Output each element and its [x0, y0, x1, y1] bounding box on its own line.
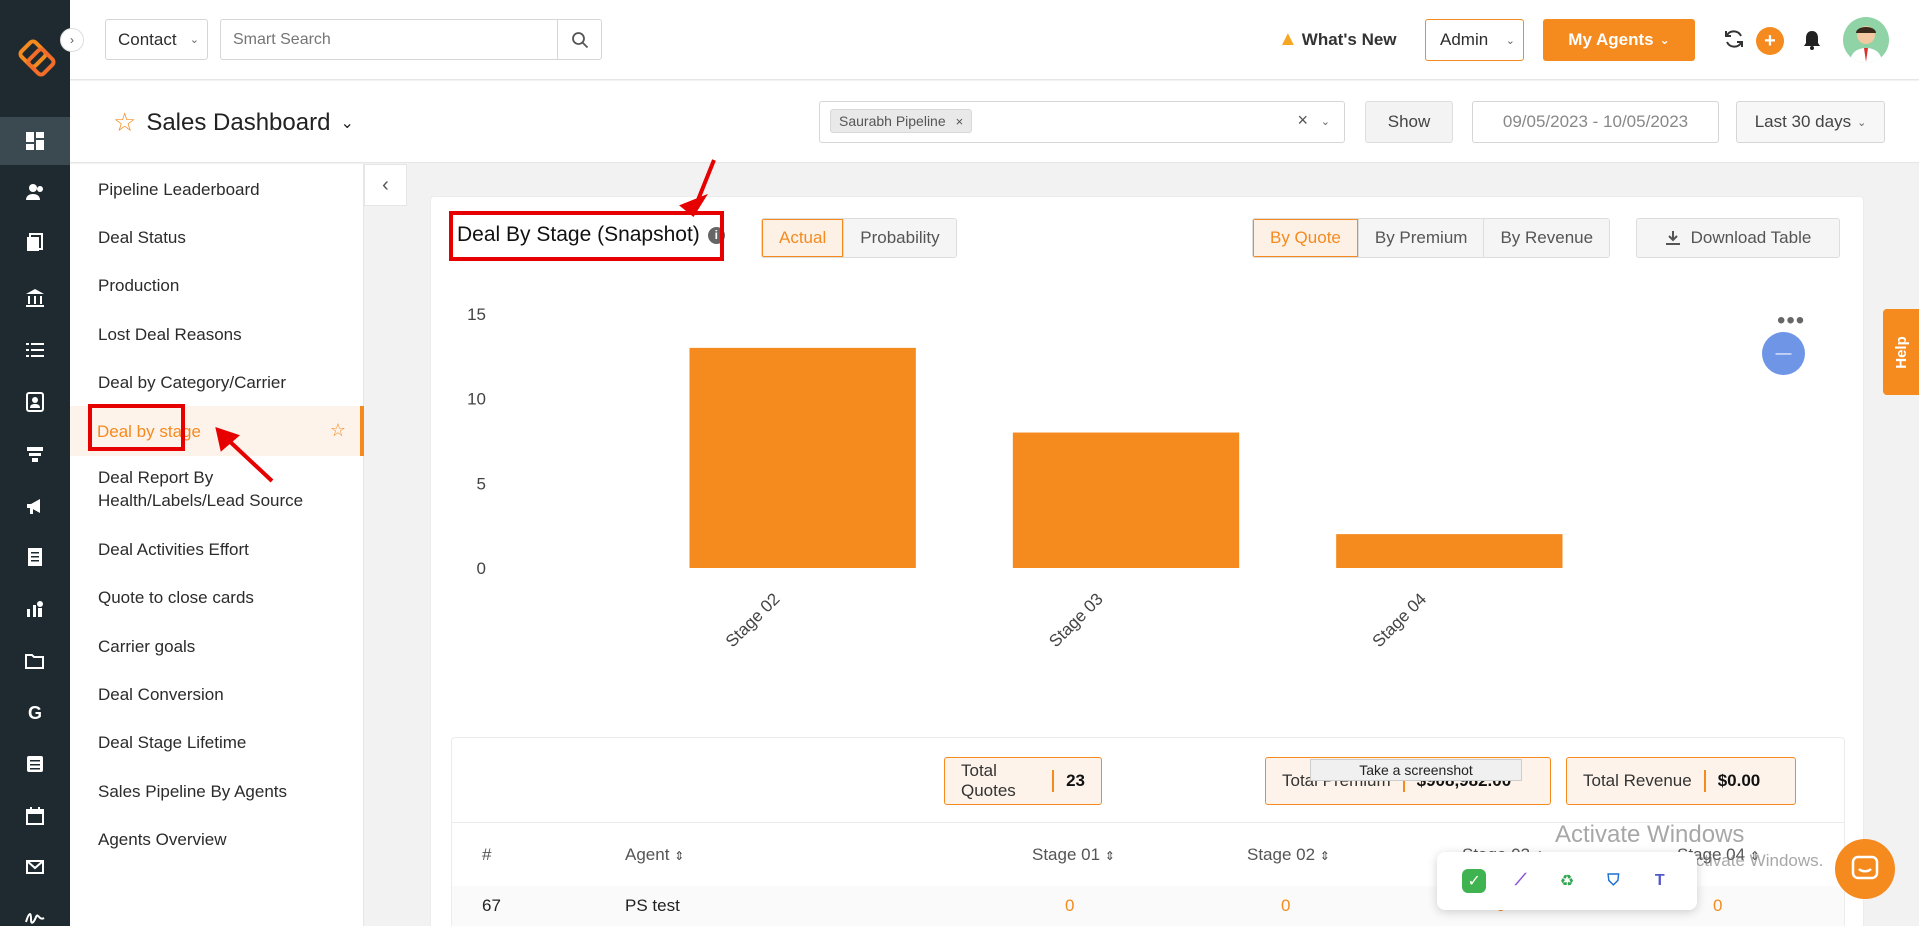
system-tray-popup: ✓ ⟋ ♻ ⛉ T: [1437, 852, 1697, 910]
annotation-arrows: [215, 159, 716, 483]
screenshot-tooltip: Take a screenshot: [1310, 759, 1522, 781]
tray-shield-icon[interactable]: ⛉: [1601, 869, 1625, 893]
chat-button[interactable]: [1835, 839, 1895, 899]
tray-recycle-icon[interactable]: ♻: [1555, 869, 1579, 893]
tray-teams-icon[interactable]: T: [1648, 869, 1672, 893]
rail-expand-button[interactable]: ›: [60, 28, 84, 52]
help-tab[interactable]: Help: [1883, 309, 1919, 395]
tray-feather-icon[interactable]: ⟋: [1509, 869, 1533, 893]
help-label: Help: [1892, 335, 1910, 369]
watermark-title: Activate Windows: [1555, 821, 1745, 848]
chat-icon: [1851, 855, 1879, 880]
tray-check-icon[interactable]: ✓: [1462, 869, 1487, 893]
